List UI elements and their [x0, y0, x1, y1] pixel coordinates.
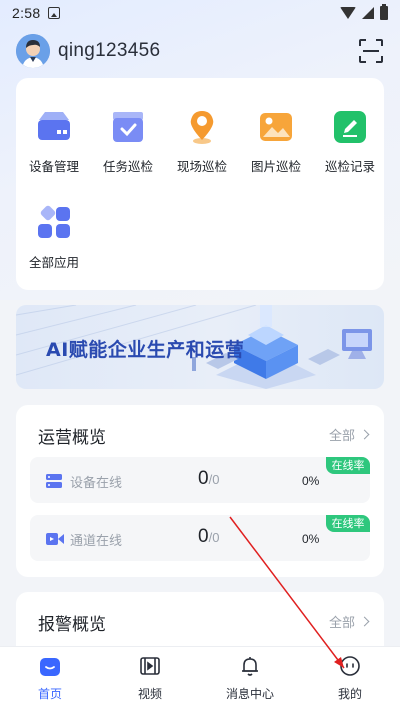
avatar[interactable] [16, 34, 50, 68]
more-label: 全部 [328, 616, 355, 631]
tab-label: 视频 [137, 687, 162, 701]
battery-icon [380, 4, 388, 20]
stat-value: 0/0 [198, 526, 220, 547]
app-label: 巡检记录 [324, 159, 375, 174]
app-label: 图片巡检 [250, 159, 301, 174]
chevron-right-icon [359, 429, 370, 440]
image-notification-icon [48, 7, 61, 19]
operations-overview-card: 运营概览 全部 设备在线 0/0 0% 在线率 通道在线 0/0 0% 在线率 [16, 405, 384, 577]
banner-title: AI赋能企业生产和运营 [46, 339, 245, 361]
stat-row-device-online[interactable]: 设备在线 0/0 0% 在线率 [30, 457, 370, 503]
promo-banner[interactable]: AI赋能企业生产和运营 [16, 305, 384, 389]
site-inspection-icon [183, 108, 221, 146]
more-label: 全部 [328, 429, 355, 444]
profile-icon [339, 655, 361, 677]
username: qing123456 [58, 40, 161, 61]
app-label: 设备管理 [28, 159, 79, 174]
app-label: 全部应用 [28, 255, 79, 270]
app-task-inspection[interactable]: 任务巡检 [91, 108, 165, 175]
image-inspection-icon [257, 108, 295, 146]
app-all-apps[interactable]: 全部应用 [17, 204, 91, 271]
video-icon [139, 655, 161, 677]
app-inspection-record[interactable]: 巡检记录 [313, 108, 387, 175]
stat-percent: 0% [302, 474, 320, 488]
apps-card: 设备管理 任务巡检 现场巡检 图片巡检 巡检记录 全部应用 [16, 78, 384, 290]
scan-icon[interactable] [358, 38, 384, 64]
status-time: 2:58 [12, 5, 41, 21]
stat-percent: 0% [302, 532, 320, 546]
app-label: 现场巡检 [176, 159, 227, 174]
bell-icon [239, 655, 261, 677]
signal-icon [362, 7, 374, 19]
stat-value: 0/0 [198, 468, 220, 489]
device-management-icon [35, 108, 73, 146]
server-icon [46, 473, 62, 488]
app-label: 任务巡检 [102, 159, 153, 174]
all-apps-icon [35, 204, 73, 242]
video-camera-icon [46, 531, 64, 545]
app-device-management[interactable]: 设备管理 [17, 108, 91, 175]
tab-home[interactable]: 首页 [10, 655, 90, 702]
bottom-tab-bar: 首页 视频 消息中心 我的 [0, 646, 400, 711]
online-rate-badge: 在线率 [326, 457, 370, 474]
online-rate-badge: 在线率 [326, 515, 370, 532]
task-inspection-icon [109, 108, 147, 146]
tab-label: 我的 [337, 687, 362, 701]
operations-more-link[interactable]: 全部 [328, 425, 370, 444]
alarm-title: 报警概览 [38, 615, 106, 635]
stat-label: 通道在线 [70, 534, 123, 549]
app-site-inspection[interactable]: 现场巡检 [165, 108, 239, 175]
wifi-icon [340, 7, 356, 19]
inspection-record-icon [331, 108, 369, 146]
tab-label: 首页 [37, 687, 62, 701]
operations-title: 运营概览 [38, 428, 106, 448]
home-icon [39, 655, 61, 677]
stat-row-channel-online[interactable]: 通道在线 0/0 0% 在线率 [30, 515, 370, 561]
tab-label: 消息中心 [225, 687, 274, 701]
stat-label: 设备在线 [70, 476, 123, 491]
alarm-more-link[interactable]: 全部 [328, 612, 370, 631]
app-image-inspection[interactable]: 图片巡检 [239, 108, 313, 175]
user-bar: qing123456 [16, 32, 384, 70]
chevron-right-icon [359, 616, 370, 627]
tab-profile[interactable]: 我的 [310, 655, 390, 702]
tab-video[interactable]: 视频 [110, 655, 190, 702]
status-bar: 2:58 [0, 0, 400, 26]
tab-message-center[interactable]: 消息中心 [210, 655, 290, 702]
